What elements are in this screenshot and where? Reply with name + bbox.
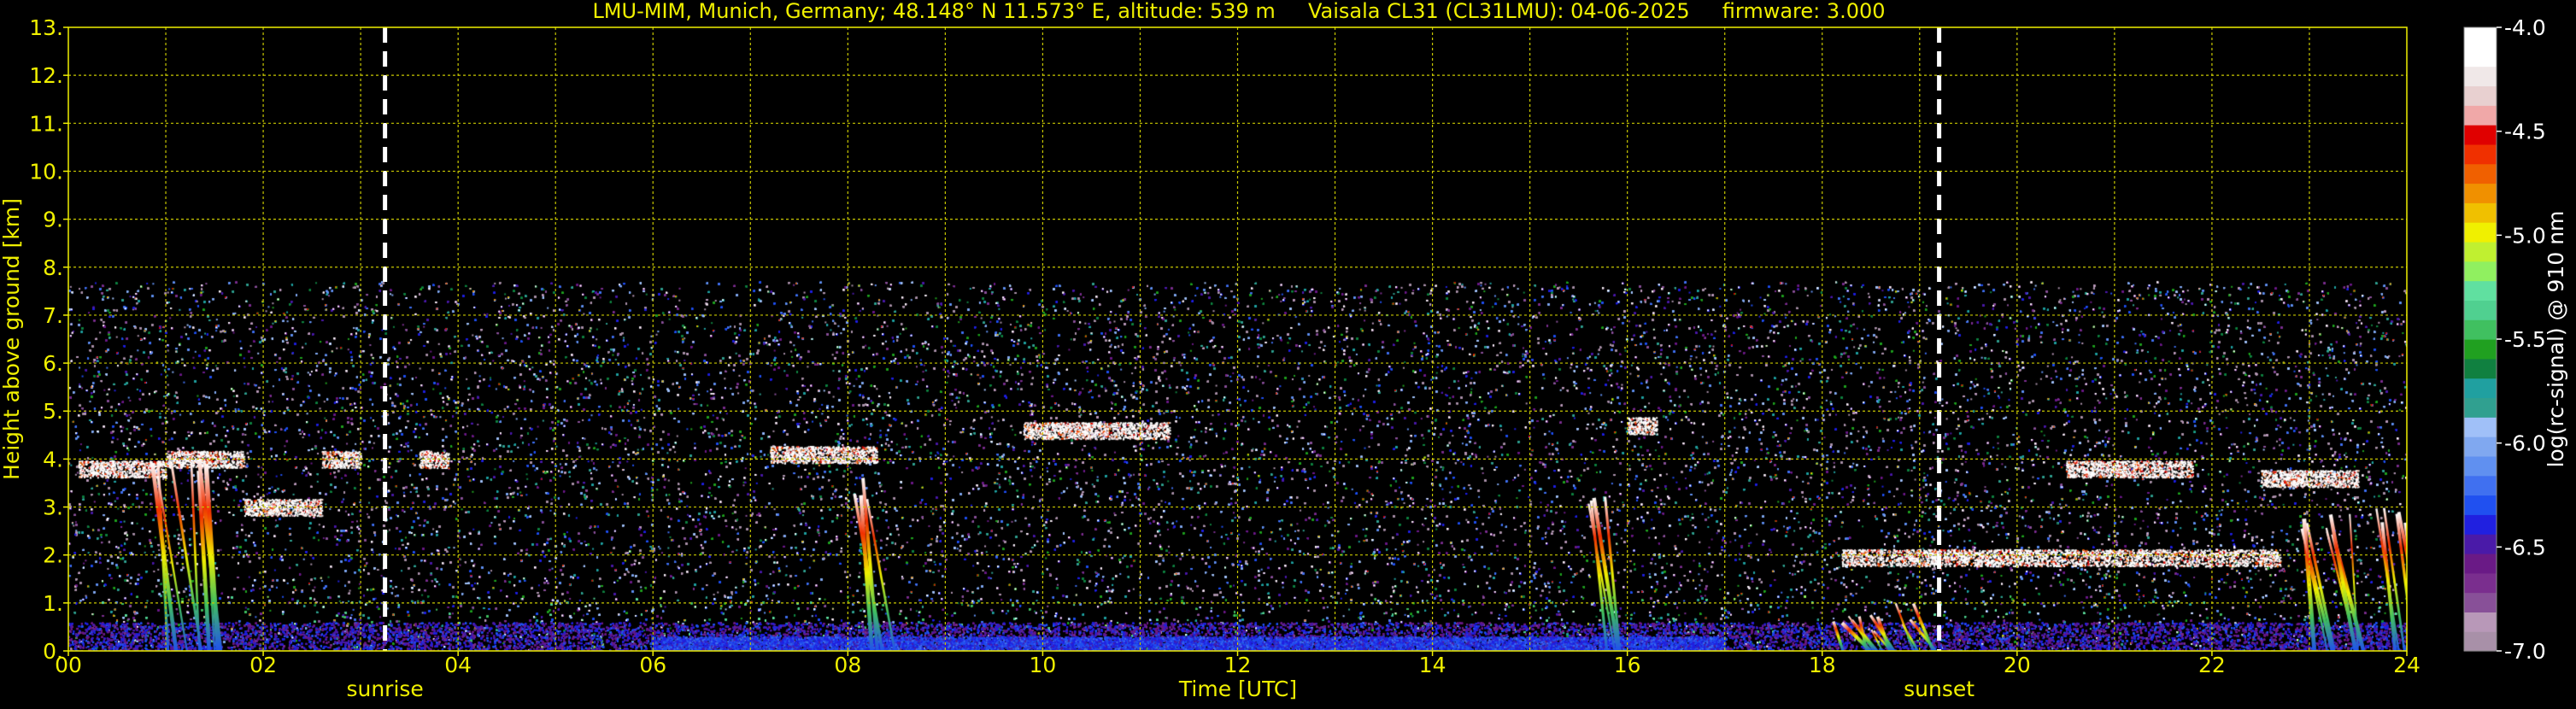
colorbar-swatch [2464,280,2497,301]
y-tick-label: 12. [29,63,63,88]
colorbar-tick-label: -7.0 [2504,639,2546,664]
colorbar-swatch [2464,592,2497,612]
colorbar-swatch [2464,397,2497,418]
x-tick-label: 02 [249,653,277,677]
colorbar-swatch [2464,514,2497,535]
colorbar-tick-label: -5.5 [2504,327,2546,352]
x-tick-label: 06 [639,653,666,677]
colorbar-swatch [2464,261,2497,282]
colorbar-swatch [2464,534,2497,554]
y-tick-label: 7. [43,303,63,328]
colorbar-swatch [2464,553,2497,574]
ceilometer-chart: LMU-MIM, Munich, Germany; 48.148° N 11.5… [0,0,2576,706]
chart-svg: LMU-MIM, Munich, Germany; 48.148° N 11.5… [0,0,2576,706]
x-tick-label: 12 [1224,653,1252,677]
x-tick-label: 14 [1419,653,1446,677]
y-tick-label: 1. [43,591,63,616]
colorbar-swatch [2464,105,2497,126]
x-tick-label: 22 [2198,653,2226,677]
colorbar-swatch [2464,85,2497,106]
colorbar-swatch [2464,144,2497,165]
x-tick-label: 18 [1809,653,1836,677]
y-axis-label: Height above ground [km] [0,198,24,480]
colorbar-swatch [2464,202,2497,223]
x-tick-label: 10 [1030,653,1057,677]
colorbar-swatch [2464,495,2497,515]
colorbar-swatch [2464,339,2497,360]
colorbar-label: log(rc-signal) @ 910 nm [2544,211,2568,468]
colorbar-tick-label: -6.0 [2504,431,2546,456]
colorbar-swatch [2464,572,2497,594]
colorbar-swatch [2464,27,2497,48]
colorbar-swatch [2464,183,2497,203]
y-tick-label: 11. [29,111,63,136]
colorbar-swatch [2464,631,2497,652]
colorbar-swatch [2464,612,2497,632]
y-tick-label: 9. [43,208,63,232]
colorbar-swatch [2464,66,2497,87]
y-tick-label: 2. [43,543,63,568]
colorbar-tick-label: -4.5 [2504,120,2546,144]
colorbar-swatch [2464,300,2497,320]
colorbar-swatch [2464,455,2497,477]
x-tick-label: 08 [834,653,861,677]
y-tick-label: 8. [43,255,63,280]
y-tick-label: 10. [29,159,63,184]
chart-title: LMU-MIM, Munich, Germany; 48.148° N 11.5… [592,0,1885,23]
colorbar-swatch [2464,358,2497,379]
colorbar-swatch [2464,222,2497,243]
colorbar-swatch [2464,125,2497,145]
colorbar-swatch [2464,241,2497,262]
colorbar-swatch [2464,378,2497,399]
x-tick-label: 04 [444,653,472,677]
colorbar-swatch [2464,163,2497,185]
y-tick-label: 4. [43,447,63,472]
colorbar-swatch [2464,475,2497,496]
y-tick-label: 3. [43,495,63,520]
colorbar-swatch [2464,46,2497,67]
y-tick-label: 0. [43,639,63,664]
event-label-sunrise: sunrise [346,677,423,701]
x-axis-label: Time [UTC] [1178,677,1297,701]
x-tick-label: 24 [2393,653,2421,677]
colorbar-swatch [2464,319,2497,340]
y-tick-label: 13. [29,15,63,40]
x-tick-label: 16 [1614,653,1641,677]
x-tick-label: 20 [2004,653,2031,677]
colorbar-swatch [2464,417,2497,437]
y-tick-label: 5. [43,399,63,424]
colorbar-tick-label: -6.5 [2504,535,2546,560]
event-label-sunset: sunset [1904,677,1975,701]
colorbar-swatch [2464,437,2497,457]
colorbar-tick-label: -5.0 [2504,223,2546,248]
colorbar-tick-label: -4.0 [2504,15,2546,40]
y-tick-label: 6. [43,351,63,376]
